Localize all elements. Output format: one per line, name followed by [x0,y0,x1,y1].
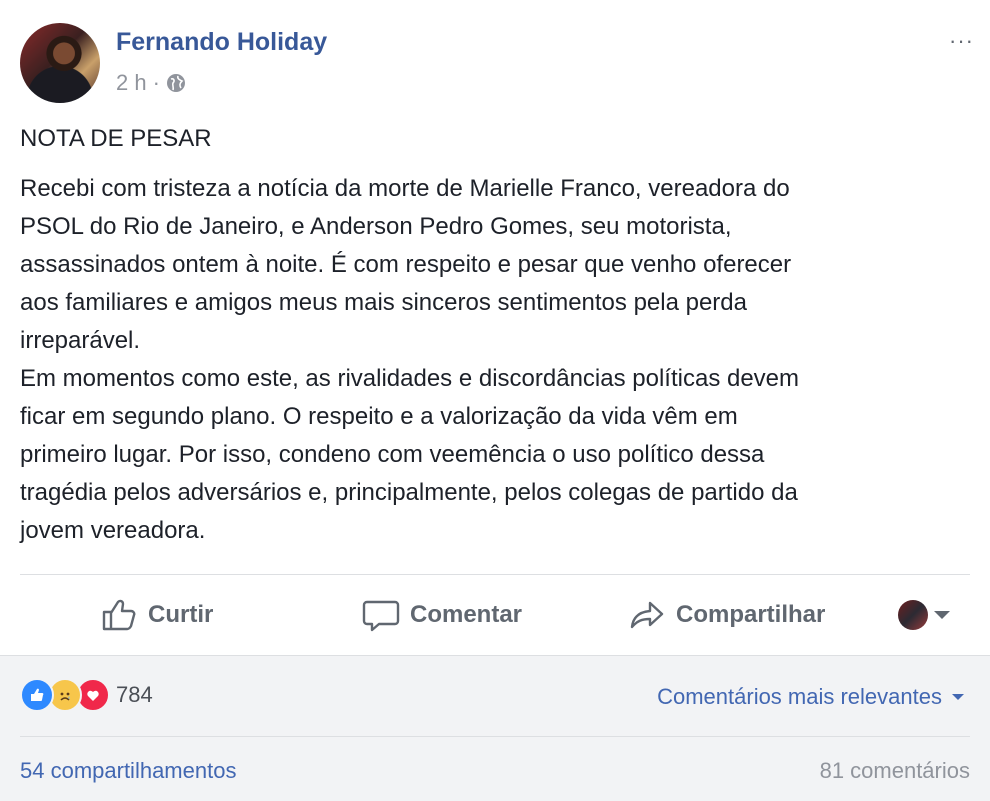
reaction-count[interactable]: 784 [116,682,153,708]
more-options-icon[interactable]: ··· [949,28,974,54]
thumbs-up-icon [102,599,136,631]
post-meta: 2 h · [116,70,186,96]
reactions-summary[interactable]: 784 [20,678,153,712]
divider [20,736,970,737]
share-button[interactable]: Compartilhar [628,575,825,655]
post-time[interactable]: 2 h [116,70,147,96]
like-reaction-icon [20,678,54,712]
like-button[interactable]: Curtir [100,575,213,655]
like-label: Curtir [148,601,214,628]
post-title: NOTA DE PESAR [20,125,212,152]
shares-count-link[interactable]: 54 compartilhamentos [20,758,236,784]
globe-icon[interactable] [166,73,186,93]
meta-separator: · [152,70,160,95]
chevron-down-icon [934,611,950,619]
chevron-down-icon [952,694,964,700]
post-as-selector[interactable] [898,575,950,655]
comment-button[interactable]: Comentar [362,575,522,655]
action-bar: Curtir Comentar Compartilhar [0,575,990,655]
share-arrow-icon [630,601,664,629]
speech-bubble-icon [362,600,400,632]
author-name[interactable]: Fernando Holiday [116,28,327,57]
comment-label: Comentar [410,601,523,628]
comment-sort-label: Comentários mais relevantes [657,684,942,709]
comments-count-link[interactable]: 81 comentários [820,758,970,784]
share-label: Compartilhar [676,601,826,628]
comment-sort-dropdown[interactable]: Comentários mais relevantes [657,684,964,710]
author-avatar[interactable] [20,23,100,103]
profile-avatar [898,600,928,630]
engagement-section: 784 Comentários mais relevantes 54 compa… [0,655,990,801]
post-body: Recebi com tristeza a notícia da morte d… [20,175,800,544]
post-card: Fernando Holiday 2 h · ··· NOTA DE PESAR… [0,0,990,655]
